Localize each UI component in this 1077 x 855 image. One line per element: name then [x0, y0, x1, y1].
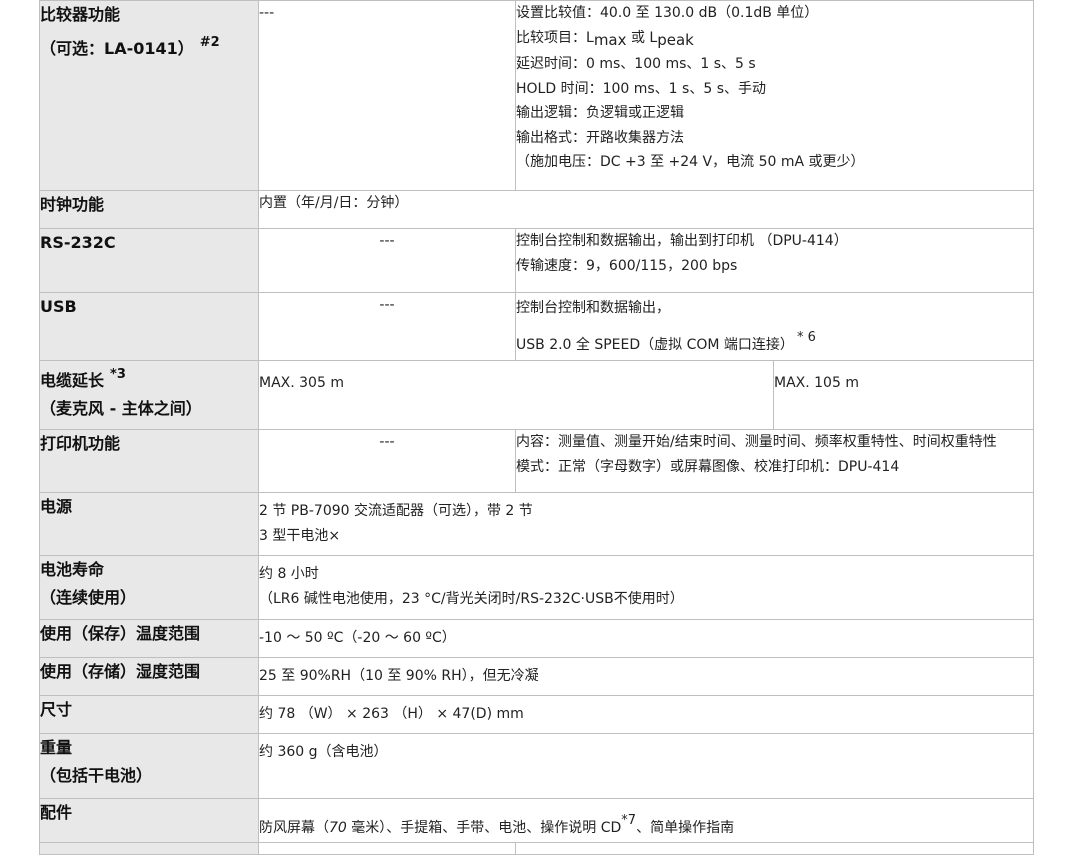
- accessories-footnote: *7: [621, 813, 637, 828]
- battery-value: 约 8 小时 （LR6 碱性电池使用，23 °C/背光关闭时/RS-232C·U…: [258, 555, 1034, 620]
- row-printer: 打印机功能 --- 内容：测量值、测量开始/结束时间、测量时间、频率权重特性、时…: [39, 429, 1034, 493]
- rs232c-col2: ---: [258, 228, 516, 293]
- power-line2: 3 型干电池×: [259, 527, 341, 544]
- cable-label: 电缆延长 *3 （麦克风 - 主体之间）: [39, 360, 259, 430]
- clock-value: 内置（年/月/日：分钟）: [258, 190, 1034, 229]
- comparator-items: 比较项目：Lmax 或 Lpeak: [516, 29, 694, 49]
- usb-col3: 控制台控制和数据输出， USB 2.0 全 SPEED（虚拟 COM 端口连接）…: [515, 292, 1034, 361]
- usb-label: USB: [39, 292, 259, 361]
- row-comparator: 比较器功能 （可选：LA-0141） #2 --- 设置比较值：40.0 至 13…: [39, 0, 1034, 191]
- comparator-setting: 设置比较值：40.0 至 130.0 dB（0.1dB 单位）: [516, 5, 819, 21]
- rs232c-col3: 控制台控制和数据输出，输出到打印机 （DPU-414） 传输速度：9，600/1…: [515, 228, 1034, 293]
- comparator-footnote: #2: [199, 35, 220, 50]
- row-cable: 电缆延长 *3 （麦克风 - 主体之间） MAX. 305 m MAX. 105 …: [39, 360, 1034, 430]
- temperature-label: 使用（保存）温度范围: [39, 619, 259, 658]
- usb-col2: ---: [258, 292, 516, 361]
- cable-col3: MAX. 105 m: [773, 360, 1034, 430]
- size-value: 约 78 （W） × 263 （H） × 47(D) mm: [258, 695, 1034, 734]
- cable-col2: MAX. 305 m: [258, 360, 774, 430]
- weight-value: 约 360 g（含电池）: [258, 733, 1034, 799]
- comparator-col3: 设置比较值：40.0 至 130.0 dB（0.1dB 单位） 比较项目：Lma…: [515, 0, 1034, 191]
- row-humidity: 使用（存储）湿度范围 25 至 90%RH（10 至 90% RH），但无冷凝: [39, 657, 1034, 696]
- comparator-format: 输出格式：开路收集器方法: [516, 129, 684, 146]
- row-accessories: 配件 防风屏幕（70 毫米）、手提箱、手带、电池、操作说明 CD*7、简单操作指…: [39, 798, 1034, 843]
- power-label: 电源: [39, 492, 259, 556]
- comparator-label-line2: （可选：LA-0141）: [40, 39, 194, 58]
- row-usb: USB --- 控制台控制和数据输出， USB 2.0 全 SPEED（虚拟 C…: [39, 292, 1034, 361]
- clock-label: 时钟功能: [39, 190, 259, 229]
- rs232c-line2: 传输速度：9，600/115，200 bps: [516, 257, 738, 274]
- printer-content: 内容：测量值、测量开始/结束时间、测量时间、频率权重特性、时间权重特性: [516, 434, 997, 450]
- row-rs232c: RS-232C --- 控制台控制和数据输出，输出到打印机 （DPU-414） …: [39, 228, 1034, 293]
- printer-col3: 内容：测量值、测量开始/结束时间、测量时间、频率权重特性、时间权重特性 模式：正…: [515, 429, 1034, 493]
- row-clock: 时钟功能 内置（年/月/日：分钟）: [39, 190, 1034, 229]
- battery-label: 电池寿命 （连续使用）: [39, 555, 259, 620]
- rs232c-line1: 控制台控制和数据输出，输出到打印机 （DPU-414）: [516, 233, 848, 249]
- comparator-voltage: （施加电压：DC +3 至 +24 V，电流 50 mA 或更少）: [516, 154, 865, 170]
- printer-label: 打印机功能: [39, 429, 259, 493]
- usb-line1: 控制台控制和数据输出，: [516, 300, 670, 316]
- battery-label-line1: 电池寿命: [40, 560, 105, 579]
- power-line1: 2 节 PB-7090 交流适配器（可选），带 2 节: [259, 503, 533, 519]
- humidity-value: 25 至 90%RH（10 至 90% RH），但无冷凝: [258, 657, 1034, 696]
- size-label: 尺寸: [39, 695, 259, 734]
- comparator-col2: ---: [258, 0, 516, 191]
- cable-footnote: *3: [110, 367, 126, 382]
- rs232c-label: RS-232C: [39, 228, 259, 293]
- row-battery: 电池寿命 （连续使用） 约 8 小时 （LR6 碱性电池使用，23 °C/背光关…: [39, 555, 1034, 620]
- printer-col2: ---: [258, 429, 516, 493]
- battery-label-line2: （连续使用）: [40, 588, 137, 607]
- spec-table: 比较器功能 （可选：LA-0141） #2 --- 设置比较值：40.0 至 13…: [39, 0, 1034, 855]
- accessories-label: 配件: [39, 798, 259, 843]
- usb-line2: USB 2.0 全 SPEED（虚拟 COM 端口连接） * 6: [516, 330, 816, 353]
- comparator-label-line1: 比较器功能: [40, 5, 121, 24]
- usb-footnote: * 6: [796, 330, 816, 345]
- humidity-label: 使用（存储）湿度范围: [39, 657, 259, 696]
- cable-label-line2: （麦克风 - 主体之间）: [40, 399, 202, 418]
- weight-label: 重量 （包括干电池）: [39, 733, 259, 799]
- power-value: 2 节 PB-7090 交流适配器（可选），带 2 节 3 型干电池×: [258, 492, 1034, 556]
- temperature-value: -10 ～ 50 ºC（-20 ～ 60 ºC）: [258, 619, 1034, 658]
- comparator-logic: 输出逻辑：负逻辑或正逻辑: [516, 105, 684, 121]
- row-weight: 重量 （包括干电池） 约 360 g（含电池）: [39, 733, 1034, 799]
- weight-label-line1: 重量: [40, 738, 73, 757]
- comparator-delay: 延迟时间：0 ms、100 ms、1 s、5 s: [516, 56, 756, 72]
- cable-label-line1: 电缆延长: [40, 371, 105, 390]
- battery-line1: 约 8 小时: [259, 566, 319, 582]
- row-power: 电源 2 节 PB-7090 交流适配器（可选），带 2 节 3 型干电池×: [39, 492, 1034, 556]
- weight-label-line2: （包括干电池）: [40, 766, 153, 785]
- comparator-hold: HOLD 时间：100 ms、1 s、5 s、手动: [516, 80, 766, 97]
- row-temperature: 使用（保存）温度范围 -10 ～ 50 ºC（-20 ～ 60 ºC）: [39, 619, 1034, 658]
- battery-line2: （LR6 碱性电池使用，23 °C/背光关闭时/RS-232C·USB不使用时）: [259, 590, 684, 607]
- row-size: 尺寸 约 78 （W） × 263 （H） × 47(D) mm: [39, 695, 1034, 734]
- comparator-label: 比较器功能 （可选：LA-0141） #2: [39, 0, 259, 191]
- printer-mode: 模式：正常（字母数字）或屏幕图像、校准打印机：DPU-414: [516, 458, 900, 475]
- accessories-value: 防风屏幕（70 毫米）、手提箱、手带、电池、操作说明 CD*7、简单操作指南: [258, 798, 1034, 843]
